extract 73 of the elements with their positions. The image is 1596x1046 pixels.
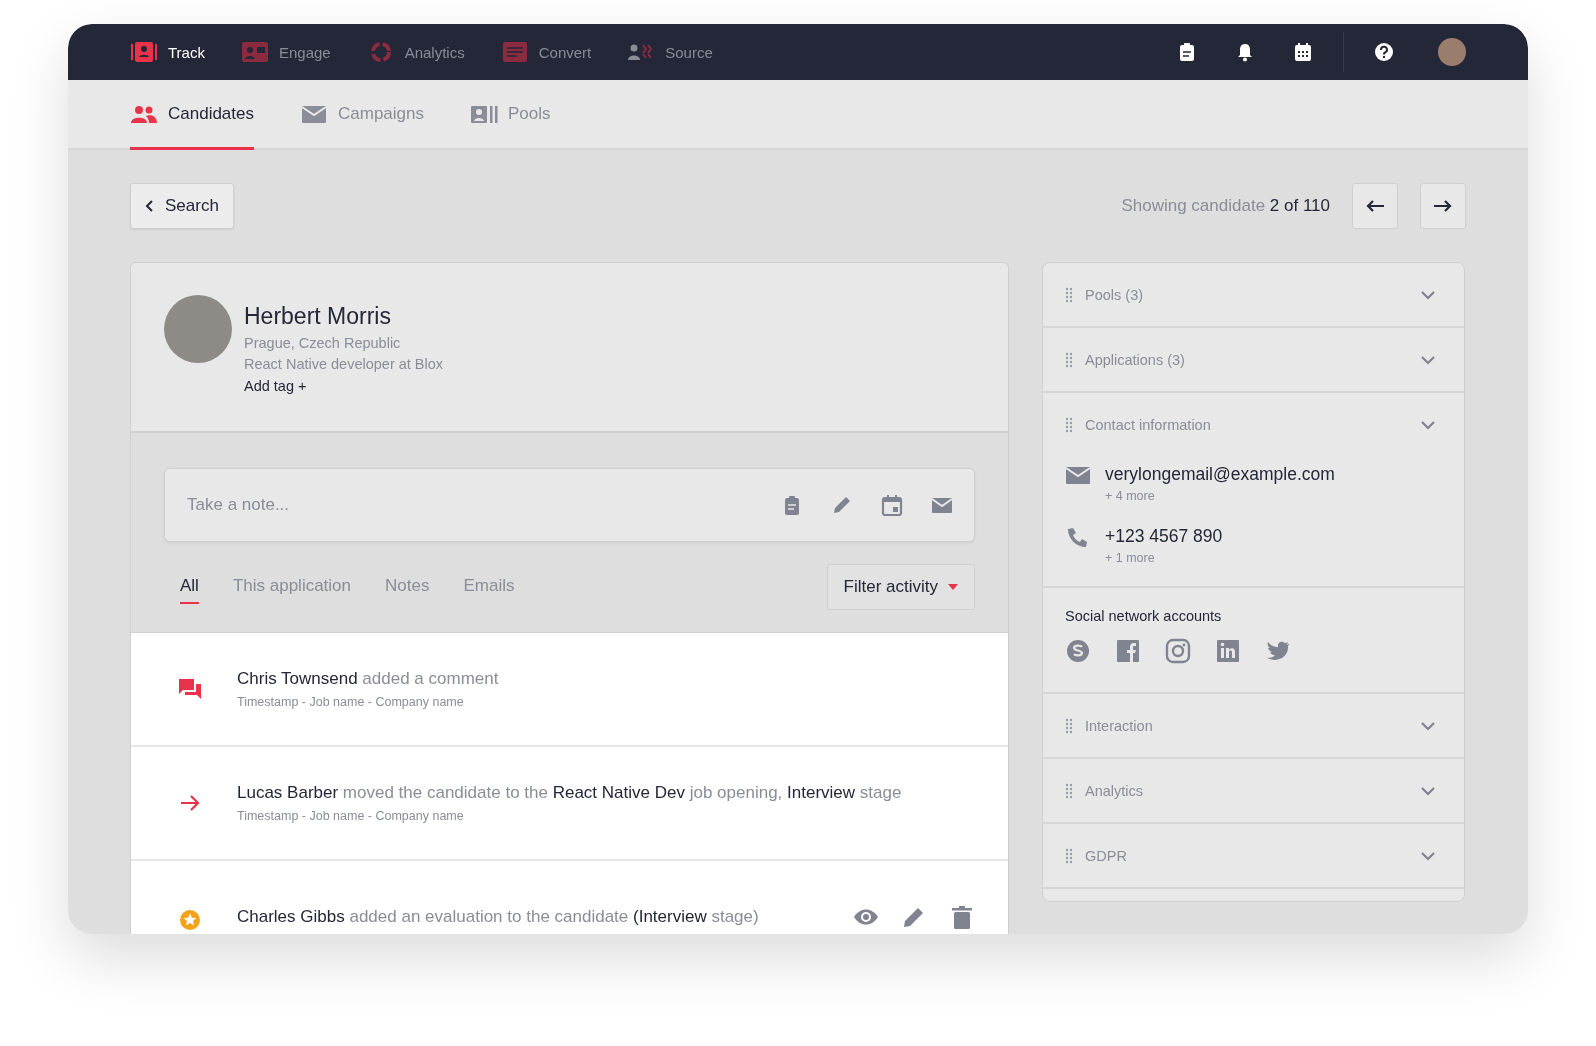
linkedin-icon[interactable] xyxy=(1215,638,1241,664)
back-to-search-button[interactable]: Search xyxy=(130,183,234,229)
section-header[interactable]: Pools (3) xyxy=(1043,263,1464,326)
top-nav-item[interactable]: Analytics xyxy=(366,41,465,63)
user-avatar[interactable] xyxy=(1438,38,1466,66)
activity-meta: Timestamp - Job name - Company name xyxy=(237,695,465,709)
drag-handle-icon[interactable] xyxy=(1065,847,1073,864)
section-header[interactable]: Analytics xyxy=(1043,759,1464,822)
chevron-down-icon xyxy=(1420,785,1436,796)
people-icon xyxy=(130,103,158,124)
chevron-left-icon xyxy=(145,200,155,212)
caret-icon xyxy=(948,584,958,590)
candidate-counter: Showing candidate 2 of 110 xyxy=(1121,196,1330,216)
section-header[interactable]: Applications (3) xyxy=(1043,328,1464,391)
chevron-down-icon xyxy=(1420,850,1436,861)
next-candidate-button[interactable] xyxy=(1420,183,1466,229)
more-contacts-link[interactable]: + 1 more xyxy=(1105,551,1155,565)
instagram-icon[interactable] xyxy=(1165,638,1191,664)
pencil-icon xyxy=(831,494,853,516)
section-header[interactable]: Contact information xyxy=(1043,393,1464,456)
candidate-location: Prague, Czech Republic xyxy=(244,335,402,351)
person-card-icon xyxy=(130,41,158,63)
drag-handle-icon[interactable] xyxy=(1065,286,1073,303)
list-card-icon xyxy=(500,41,529,63)
activity-tab[interactable]: This application xyxy=(232,570,352,604)
activity-text: Chris Townsend added a comment xyxy=(237,669,500,689)
activity-tab[interactable]: Emails xyxy=(463,570,515,604)
candidate-name: Herbert Morris xyxy=(244,303,392,330)
chevron-down-icon xyxy=(1420,720,1436,731)
top-nav-item[interactable]: Track xyxy=(130,41,205,63)
previous-candidate-button[interactable] xyxy=(1352,183,1398,229)
note-field[interactable]: Take a note... xyxy=(164,468,975,542)
chevron-down-icon xyxy=(1420,289,1436,300)
section-title: Social network accounts xyxy=(1065,608,1223,624)
arrow-left-icon xyxy=(1365,199,1385,213)
drag-handle-icon[interactable] xyxy=(1065,782,1073,799)
top-nav-item[interactable]: Engage xyxy=(240,41,331,63)
profile-card-icon xyxy=(470,103,498,124)
chevron-down-icon xyxy=(1420,419,1436,430)
arrow-right-icon xyxy=(1433,199,1453,213)
contact-value: verylongemail@example.com xyxy=(1105,464,1335,485)
candidate-position: React Native developer at Blox xyxy=(244,356,444,372)
delete-button[interactable] xyxy=(949,905,975,929)
add-tag-link[interactable]: Add tag + xyxy=(244,378,307,394)
drag-handle-icon[interactable] xyxy=(1065,416,1073,433)
activity-meta: Timestamp - Job name - Company name xyxy=(237,809,465,823)
activity-text: Charles Gibbs added an evaluation to the candidate (Interview stage) xyxy=(237,907,760,927)
filter-activity-dropdown[interactable]: Filter activity xyxy=(826,564,975,610)
more-contacts-link[interactable]: + 4 more xyxy=(1105,489,1155,503)
chevron-down-icon xyxy=(1420,354,1436,365)
clipboard-icon xyxy=(1177,42,1197,62)
drag-handle-icon[interactable] xyxy=(1065,351,1073,368)
calendar-icon xyxy=(881,494,903,516)
section-tab[interactable]: Pools xyxy=(470,80,551,150)
activity-tab[interactable]: All xyxy=(180,570,199,604)
section-header[interactable]: Interaction xyxy=(1043,694,1464,757)
section-tab[interactable]: Candidates xyxy=(130,80,254,150)
facebook-icon[interactable] xyxy=(1115,638,1141,664)
contact-card-icon xyxy=(240,41,269,63)
section-tab[interactable]: Campaigns xyxy=(300,80,424,150)
help-icon xyxy=(1374,42,1394,62)
envelope-icon xyxy=(300,103,328,124)
top-nav-item[interactable]: Source xyxy=(627,41,713,63)
envelope-icon xyxy=(1065,464,1091,486)
top-nav-item[interactable]: Convert xyxy=(500,41,592,63)
trash-icon xyxy=(949,905,975,929)
drag-handle-icon[interactable] xyxy=(1065,717,1073,734)
activity-text: Lucas Barber moved the candidate to the React Native Dev job opening, Interview stage xyxy=(237,783,903,803)
activity-tab[interactable]: Notes xyxy=(385,570,430,604)
contact-value: +123 4567 890 xyxy=(1105,526,1223,547)
calendar-icon xyxy=(1293,42,1313,62)
skype-icon[interactable] xyxy=(1065,638,1091,664)
section-header[interactable]: GDPR xyxy=(1043,824,1464,887)
